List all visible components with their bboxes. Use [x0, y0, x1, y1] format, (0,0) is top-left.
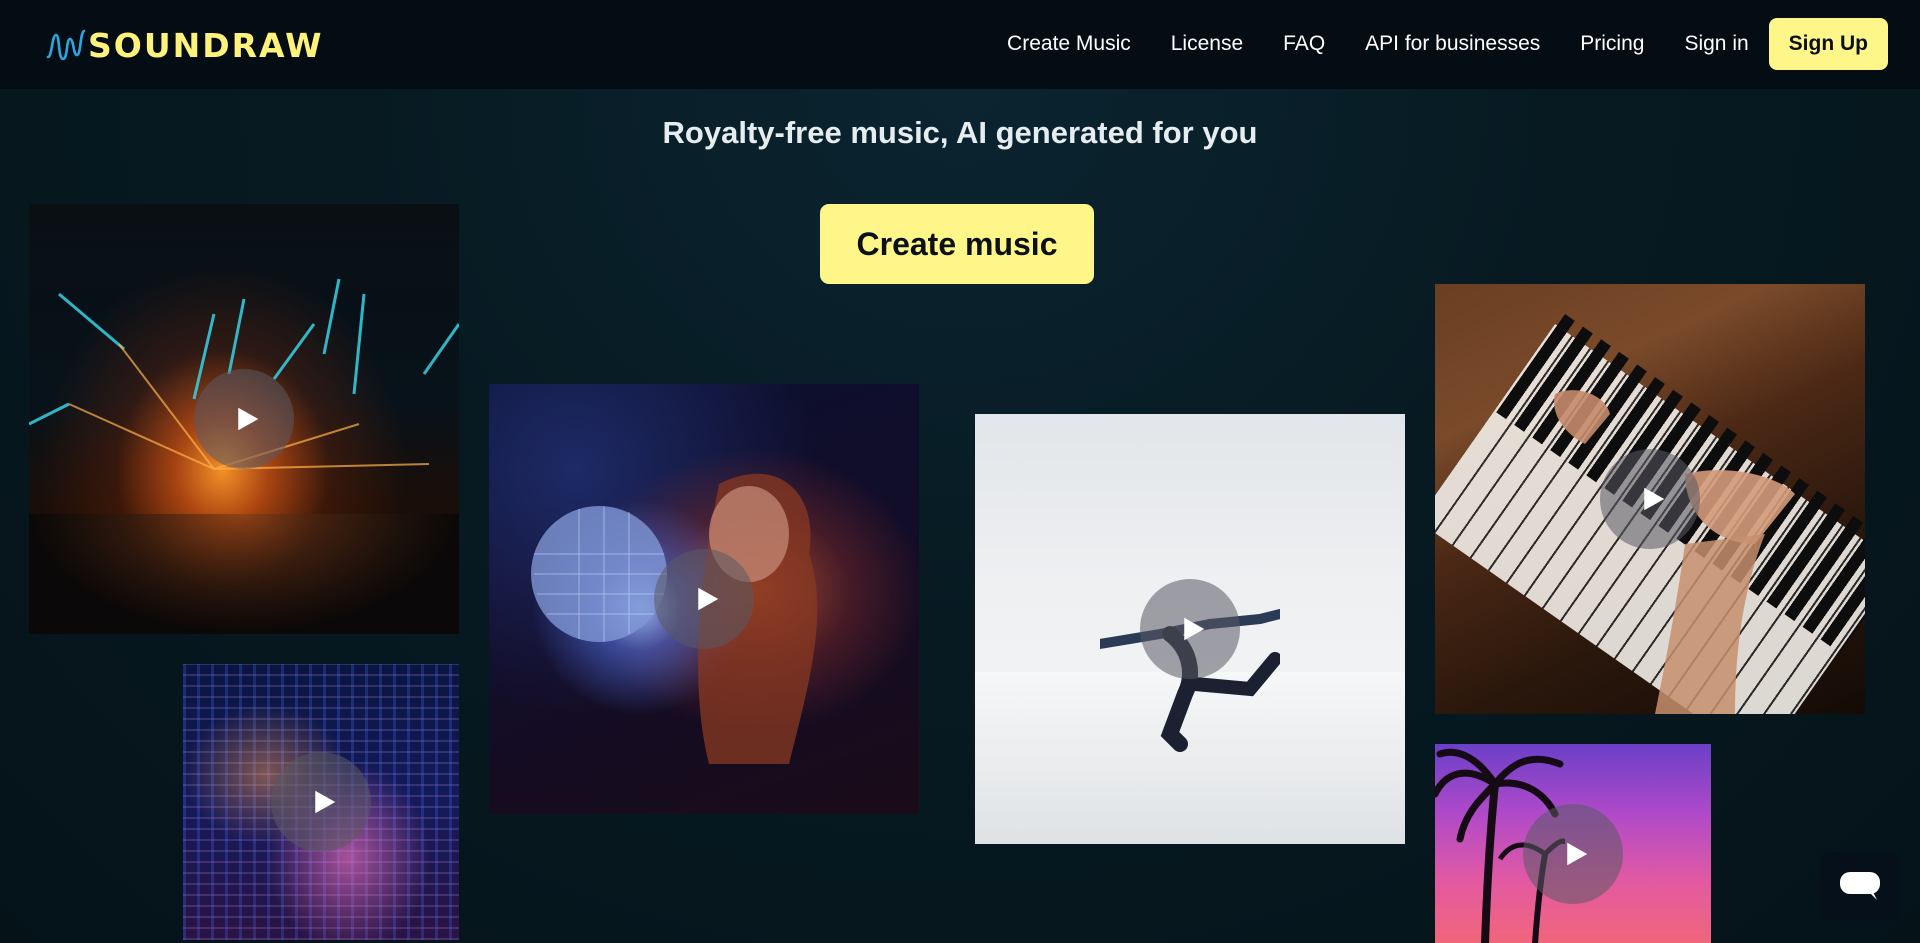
tile-palm-sunset[interactable] [1435, 744, 1711, 943]
play-button[interactable] [654, 549, 754, 649]
tile-dancer[interactable] [975, 414, 1405, 844]
play-button[interactable] [1140, 579, 1240, 679]
page: SOUNDRAW Create Music License FAQ API fo… [0, 0, 1920, 943]
soundraw-logo[interactable]: SOUNDRAW [46, 25, 324, 65]
play-button[interactable] [271, 752, 371, 852]
play-icon [1184, 617, 1205, 641]
play-button[interactable] [194, 369, 294, 469]
nav-api-for-businesses[interactable]: API for businesses [1365, 32, 1540, 56]
nav-create-music[interactable]: Create Music [1007, 32, 1131, 56]
play-icon [315, 790, 336, 814]
logo-wordmark: SOUNDRAW [88, 25, 324, 65]
create-music-button[interactable]: Create music [820, 204, 1094, 284]
crowd-silhouette [29, 514, 459, 634]
sign-up-button[interactable]: Sign Up [1768, 18, 1888, 70]
nav-sign-in[interactable]: Sign in [1684, 32, 1748, 56]
play-icon [238, 407, 259, 431]
chat-bubble-icon [1840, 872, 1880, 900]
play-button[interactable] [1600, 449, 1700, 549]
top-nav-bar: SOUNDRAW Create Music License FAQ API fo… [0, 0, 1920, 89]
nav-pricing[interactable]: Pricing [1580, 32, 1644, 56]
waveform-logo-icon [46, 29, 86, 61]
nav-license[interactable]: License [1171, 32, 1243, 56]
tile-concert[interactable] [29, 204, 459, 634]
tile-piano[interactable] [1435, 284, 1865, 714]
play-icon [1644, 487, 1665, 511]
tile-disco-ball[interactable] [489, 384, 919, 814]
chat-widget-button[interactable] [1820, 852, 1900, 920]
play-icon [1567, 842, 1588, 866]
tile-city-night[interactable] [183, 664, 459, 940]
play-icon [698, 587, 719, 611]
hero-tagline: Royalty-free music, AI generated for you [662, 115, 1258, 150]
main-nav: Create Music License FAQ API for busines… [1007, 18, 1888, 70]
play-button[interactable] [1523, 804, 1623, 904]
nav-faq[interactable]: FAQ [1283, 32, 1325, 56]
